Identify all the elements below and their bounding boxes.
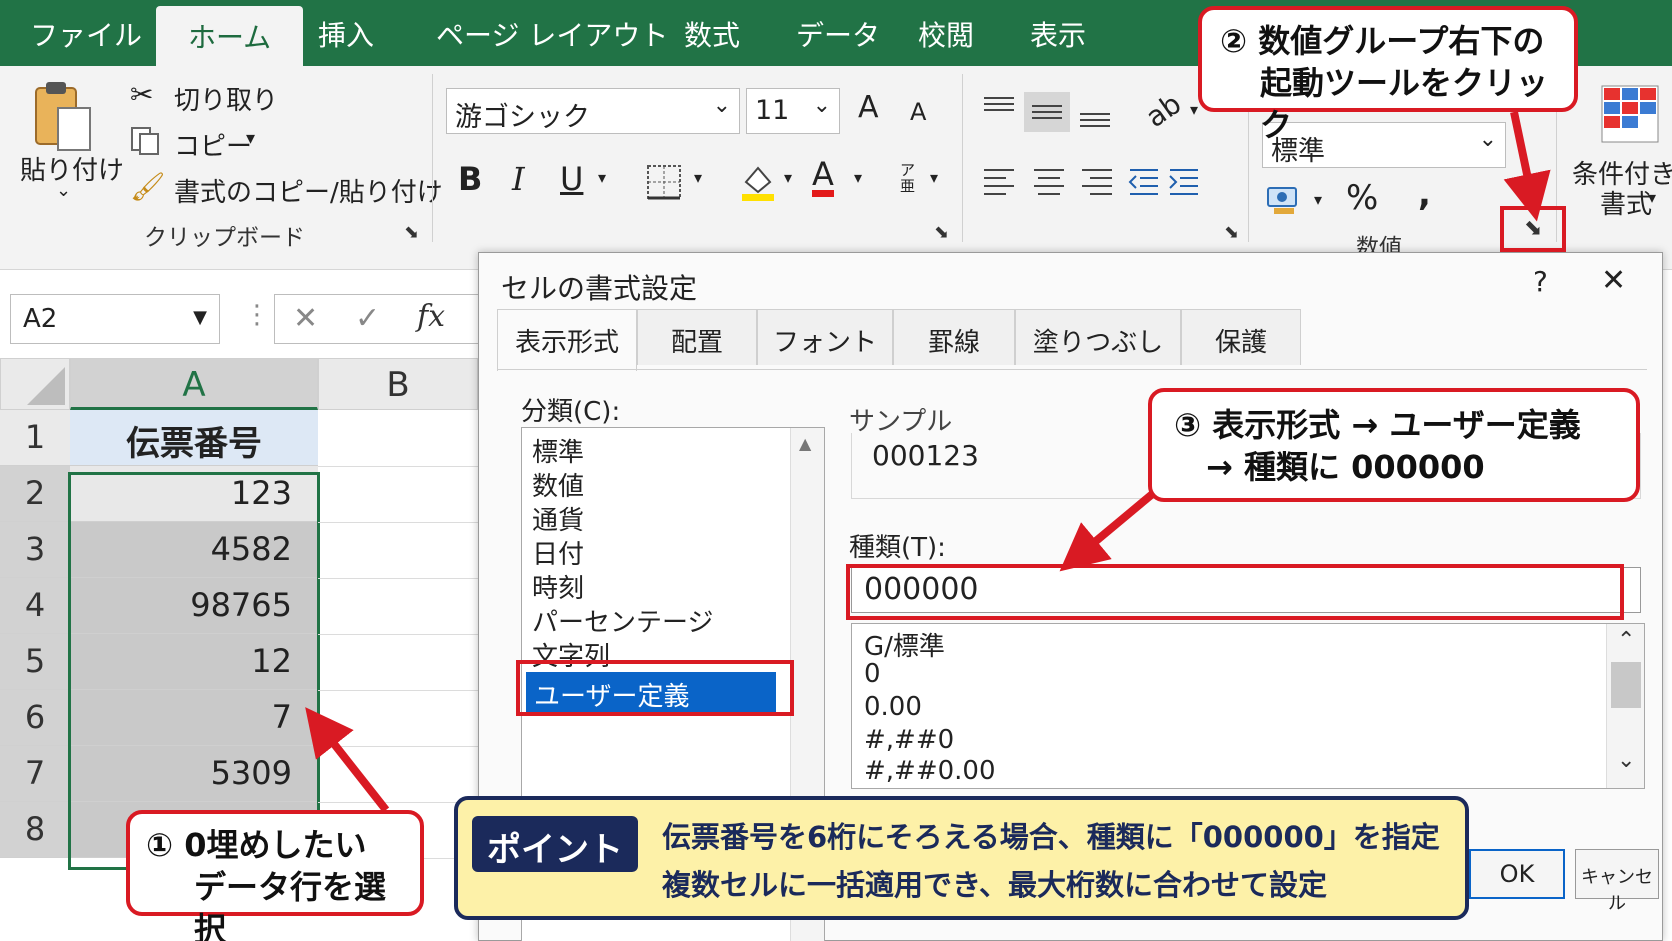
point-tag: ポイント xyxy=(472,816,638,872)
callout-step3-line1: ③ 表示形式 → ユーザー定義 xyxy=(1174,406,1581,444)
point-line2: 複数セルに一括適用でき、最大桁数に合わせて設定 xyxy=(662,868,1327,902)
arrow-step1 xyxy=(305,707,390,813)
callout-step2-line1: ② 数値グループ右下の xyxy=(1220,22,1545,60)
callout-step2-line2: 起動ツールをクリック xyxy=(1260,64,1549,144)
callout-step2: ② 数値グループ右下の 起動ツールをクリック xyxy=(1198,6,1578,144)
point-line1: 伝票番号を6桁にそろえる場合、種類に「000000」を指定 xyxy=(662,820,1440,854)
callout-step3-line2: → 種類に 000000 xyxy=(1206,448,1485,486)
callout-step1-line2: データ行を選択 xyxy=(194,868,387,941)
callout-step1: ① 0埋めしたい データ行を選択 xyxy=(126,810,424,941)
arrow-step3 xyxy=(1059,482,1165,572)
point-banner: ポイント 伝票番号を6桁にそろえる場合、種類に「000000」を指定 複数セルに… xyxy=(454,796,1469,920)
callout-step1-line1: ① 0埋めしたい xyxy=(146,826,367,864)
callout-step3: ③ 表示形式 → ユーザー定義 → 種類に 000000 xyxy=(1148,388,1640,502)
